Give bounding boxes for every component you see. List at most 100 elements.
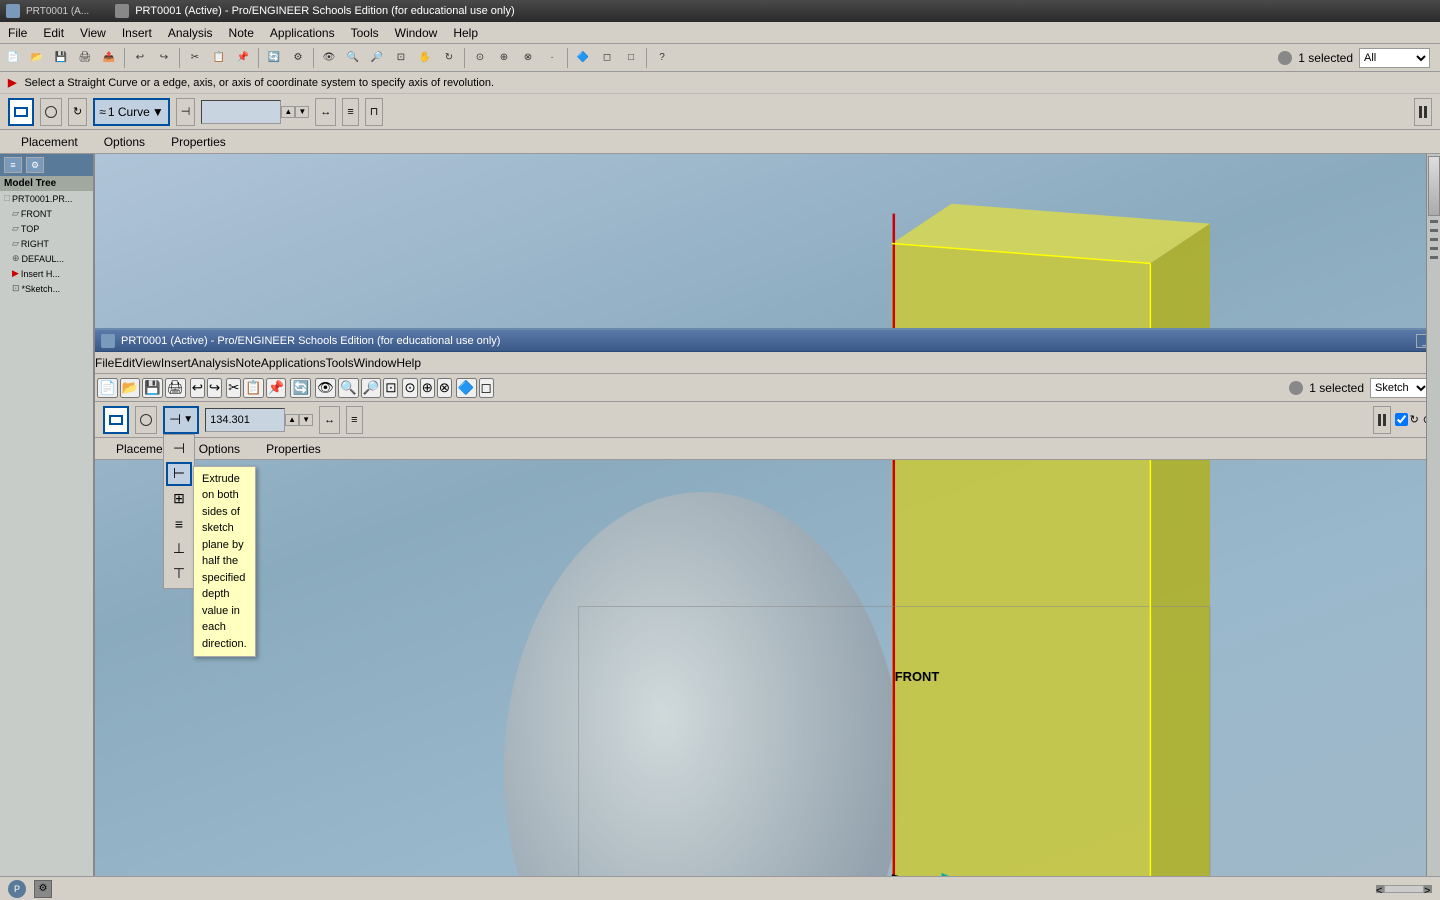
child-flip-btn[interactable]: ↔	[319, 406, 340, 434]
tb-axis[interactable]: ⊕	[493, 47, 515, 69]
child-tb-cs[interactable]: ⊗	[437, 378, 452, 398]
depth-type-selector[interactable]: ⊣ ▼	[163, 406, 199, 434]
child-menu-window[interactable]: Window	[354, 356, 397, 370]
tb-save[interactable]: 💾	[50, 47, 72, 69]
right-scroll-btn-4[interactable]	[1430, 247, 1438, 250]
child-tab-options[interactable]: Options	[186, 438, 253, 459]
child-thin-btn[interactable]: ≡	[346, 406, 362, 434]
feat-depth-type[interactable]: ⊣	[176, 98, 196, 126]
menu-analysis[interactable]: Analysis	[160, 22, 221, 43]
tb-cs[interactable]: ⊗	[517, 47, 539, 69]
tb-open[interactable]: 📂	[26, 47, 48, 69]
depth-opt-2-selected[interactable]: ⊢	[166, 462, 192, 486]
child-menu-tools[interactable]: Tools	[326, 356, 354, 370]
tree-item-right[interactable]: ▱ RIGHT	[0, 236, 93, 251]
child-menu-help[interactable]: Help	[396, 356, 421, 370]
menu-edit[interactable]: Edit	[35, 22, 72, 43]
child-tab-properties[interactable]: Properties	[253, 438, 334, 459]
tb-view1[interactable]: 👁	[318, 47, 340, 69]
tb-new[interactable]: 📄	[2, 47, 24, 69]
menu-note[interactable]: Note	[221, 22, 262, 43]
child-depth-down[interactable]: ▼	[299, 414, 313, 426]
child-tb-redo[interactable]: ↪	[207, 378, 222, 398]
child-tb-save[interactable]: 💾	[142, 378, 163, 398]
tab-properties[interactable]: Properties	[158, 130, 239, 153]
tree-settings-btn[interactable]: ⚙	[26, 157, 44, 173]
tb-cut[interactable]: ✂	[184, 47, 206, 69]
right-scroll-btn-1[interactable]	[1430, 220, 1438, 223]
curve-dropdown-arrow[interactable]: ▼	[152, 105, 164, 119]
menu-insert[interactable]: Insert	[114, 22, 160, 43]
child-feat-rect[interactable]	[103, 406, 129, 434]
feat-rotate-btn[interactable]: ↻	[68, 98, 87, 126]
angle-input[interactable]: 360.00	[201, 100, 281, 124]
right-scroll-btn-2[interactable]	[1430, 229, 1438, 232]
tb-shading[interactable]: 🔷	[572, 47, 594, 69]
depth-opt-5[interactable]: ⊥	[166, 537, 192, 561]
tb-hidden[interactable]: □	[620, 47, 642, 69]
depth-opt-6[interactable]: ⊤	[166, 562, 192, 586]
child-tb-shading[interactable]: 🔷	[456, 378, 477, 398]
tb-datum[interactable]: ⊙	[469, 47, 491, 69]
child-tb-zoom-in[interactable]: 🔍	[338, 378, 359, 398]
child-tb-copy[interactable]: 📋	[243, 378, 264, 398]
tb-export[interactable]: 📤	[98, 47, 120, 69]
tree-item-top[interactable]: ▱ TOP	[0, 221, 93, 236]
tb-pan[interactable]: ✋	[414, 47, 436, 69]
child-tb-fit[interactable]: ⊡	[383, 378, 398, 398]
feat-rect-btn[interactable]	[8, 98, 34, 126]
scroll-track[interactable]	[1384, 885, 1424, 893]
child-tb-datum[interactable]: ⊙	[402, 378, 417, 398]
feat-cap[interactable]: ⊓	[365, 98, 384, 126]
child-tb-wire[interactable]: ◻	[479, 378, 494, 398]
depth-opt-3[interactable]: ⊞	[166, 487, 192, 511]
child-tb-undo[interactable]: ↩	[190, 378, 205, 398]
child-tb-view[interactable]: 👁	[315, 378, 336, 398]
child-menu-file[interactable]: File	[95, 356, 114, 370]
status-settings-btn[interactable]: ⚙	[34, 880, 52, 898]
tab-placement[interactable]: Placement	[8, 130, 91, 153]
right-scroll-track[interactable]	[1428, 156, 1440, 216]
right-scroll-btn-3[interactable]	[1430, 238, 1438, 241]
tb-undo[interactable]: ↩	[129, 47, 151, 69]
menu-file[interactable]: File	[0, 22, 35, 43]
tb-regen[interactable]: 🔄	[263, 47, 285, 69]
tree-item-prt[interactable]: □ PRT0001.PR...	[0, 191, 93, 206]
tb-help[interactable]: ?	[651, 47, 673, 69]
tree-item-default[interactable]: ⊕ DEFAUL...	[0, 251, 93, 266]
tb-zoom-in[interactable]: 🔍	[342, 47, 364, 69]
child-menu-insert[interactable]: Insert	[161, 356, 191, 370]
tab-options[interactable]: Options	[91, 130, 158, 153]
child-resume-check[interactable]	[1395, 413, 1408, 426]
child-menu-applications[interactable]: Applications	[261, 356, 326, 370]
child-depth-up[interactable]: ▲	[285, 414, 299, 426]
scroll-right-btn[interactable]: >	[1424, 885, 1432, 893]
child-tb-regen[interactable]: 🔄	[290, 378, 311, 398]
status-logo-btn[interactable]: P	[8, 880, 26, 898]
child-menu-view[interactable]: View	[135, 356, 161, 370]
tb-paste[interactable]: 📌	[232, 47, 254, 69]
feat-flip[interactable]: ↔	[315, 98, 336, 126]
tree-item-insert[interactable]: ▶ Insert H...	[0, 266, 93, 281]
depth-opt-4[interactable]: ≡	[166, 512, 192, 536]
depth-dropdown-arrow[interactable]: ▼	[183, 414, 193, 425]
child-tb-print[interactable]: 🖨	[165, 378, 186, 398]
tree-expand-btn[interactable]: ≡	[4, 157, 22, 173]
angle-up[interactable]: ▲	[281, 106, 295, 118]
feat-thin[interactable]: ≡	[342, 98, 358, 126]
pause-btn[interactable]	[1414, 98, 1432, 126]
right-scroll-btn-5[interactable]	[1430, 256, 1438, 259]
menu-applications[interactable]: Applications	[262, 22, 343, 43]
menu-help[interactable]: Help	[445, 22, 486, 43]
tb-feature[interactable]: ⚙	[287, 47, 309, 69]
tb-point[interactable]: ·	[541, 47, 563, 69]
child-menu-analysis[interactable]: Analysis	[191, 356, 236, 370]
tb-fit[interactable]: ⊡	[390, 47, 412, 69]
child-tb-cut[interactable]: ✂	[226, 378, 241, 398]
child-menu-edit[interactable]: Edit	[114, 356, 135, 370]
tb-redo[interactable]: ↪	[153, 47, 175, 69]
child-tb-open[interactable]: 📂	[120, 378, 141, 398]
menu-tools[interactable]: Tools	[343, 22, 387, 43]
child-menu-note[interactable]: Note	[236, 356, 261, 370]
angle-down[interactable]: ▼	[295, 106, 309, 118]
